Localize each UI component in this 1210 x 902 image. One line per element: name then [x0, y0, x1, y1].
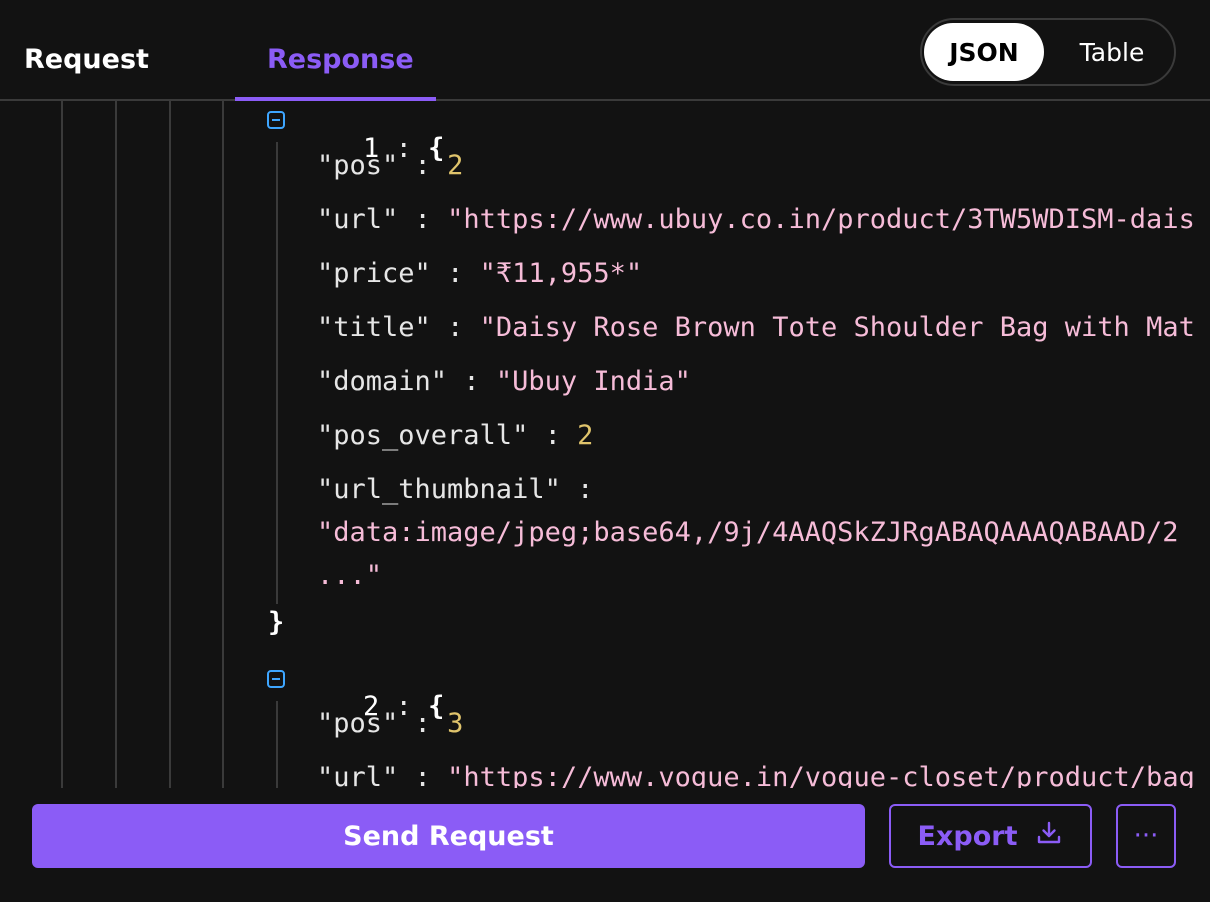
json-key: "pos"	[317, 708, 399, 739]
json-row-url: "url" : "https://www.vogue.in/vogue-clos…	[317, 762, 1195, 788]
json-key: "domain"	[317, 366, 448, 397]
json-key: "url_thumbnail"	[317, 474, 561, 505]
json-string: "Daisy Rose Brown Tote Shoulder Bag with…	[479, 312, 1195, 343]
close-brace: }	[268, 607, 285, 638]
indent-guide	[169, 101, 171, 788]
colon: :	[577, 474, 594, 505]
colon: :	[414, 762, 431, 788]
json-row-pos-overall: "pos_overall" : 2	[317, 420, 593, 451]
json-row-url-thumbnail: "url_thumbnail" :	[317, 474, 593, 505]
json-row-price: "price" : "₹11,955*"	[317, 258, 642, 289]
json-number: 2	[577, 420, 594, 451]
tab-response[interactable]: Response	[267, 44, 414, 75]
colon: :	[447, 312, 464, 343]
json-viewer[interactable]: 1 : { "pos" : 2 "url" : "https://www.ubu…	[0, 101, 1210, 788]
indent-guide	[276, 142, 278, 604]
indent-guide	[115, 101, 117, 788]
collapse-minus-icon[interactable]	[267, 670, 285, 688]
response-panel-tabs: Request Response JSON Table	[0, 0, 1210, 101]
view-mode-toggle: JSON Table	[920, 18, 1176, 86]
toggle-table[interactable]: Table	[1052, 23, 1172, 81]
collapse-minus-icon[interactable]	[267, 111, 285, 129]
json-row-title: "title" : "Daisy Rose Brown Tote Shoulde…	[317, 312, 1195, 343]
json-string: "https://www.vogue.in/vogue-closet/produ…	[447, 762, 1195, 788]
colon: :	[463, 366, 480, 397]
json-row-url: "url" : "https://www.ubuy.co.in/product/…	[317, 204, 1195, 235]
json-row-pos: "pos" : 2	[317, 150, 463, 181]
json-string: "₹11,955*"	[479, 258, 643, 289]
more-options-button[interactable]: ···	[1116, 804, 1176, 868]
tab-request[interactable]: Request	[24, 44, 149, 75]
indent-guide	[61, 101, 63, 788]
json-key: "url"	[317, 762, 399, 788]
json-number: 2	[447, 150, 464, 181]
json-key: "pos_overall"	[317, 420, 529, 451]
json-key: "pos"	[317, 150, 399, 181]
json-number: 3	[447, 708, 464, 739]
download-icon	[1035, 819, 1063, 854]
json-key: "title"	[317, 312, 431, 343]
export-label: Export	[917, 820, 1018, 852]
json-item-header: 2 : {	[298, 660, 444, 753]
json-key: "price"	[317, 258, 431, 289]
json-row-domain: "domain" : "Ubuy India"	[317, 366, 691, 397]
toggle-json[interactable]: JSON	[924, 23, 1044, 81]
export-button[interactable]: Export	[889, 804, 1092, 868]
json-string: ..."	[317, 560, 383, 591]
colon: :	[447, 258, 464, 289]
json-string: "https://www.ubuy.co.in/product/3TW5WDIS…	[447, 204, 1195, 235]
colon: :	[414, 150, 431, 181]
json-row-pos: "pos" : 3	[317, 708, 463, 739]
send-request-button[interactable]: Send Request	[32, 804, 865, 868]
json-key: "url"	[317, 204, 399, 235]
colon: :	[544, 420, 561, 451]
colon: :	[414, 204, 431, 235]
indent-guide	[276, 701, 278, 788]
colon: :	[414, 708, 431, 739]
json-string: "Ubuy India"	[495, 366, 691, 397]
json-item-header: 1 : {	[298, 102, 444, 195]
json-string: "data:image/jpeg;base64,/9j/4AAQSkZJRgAB…	[317, 517, 1179, 548]
indent-guide	[222, 101, 224, 788]
more-icon: ···	[1133, 821, 1159, 851]
